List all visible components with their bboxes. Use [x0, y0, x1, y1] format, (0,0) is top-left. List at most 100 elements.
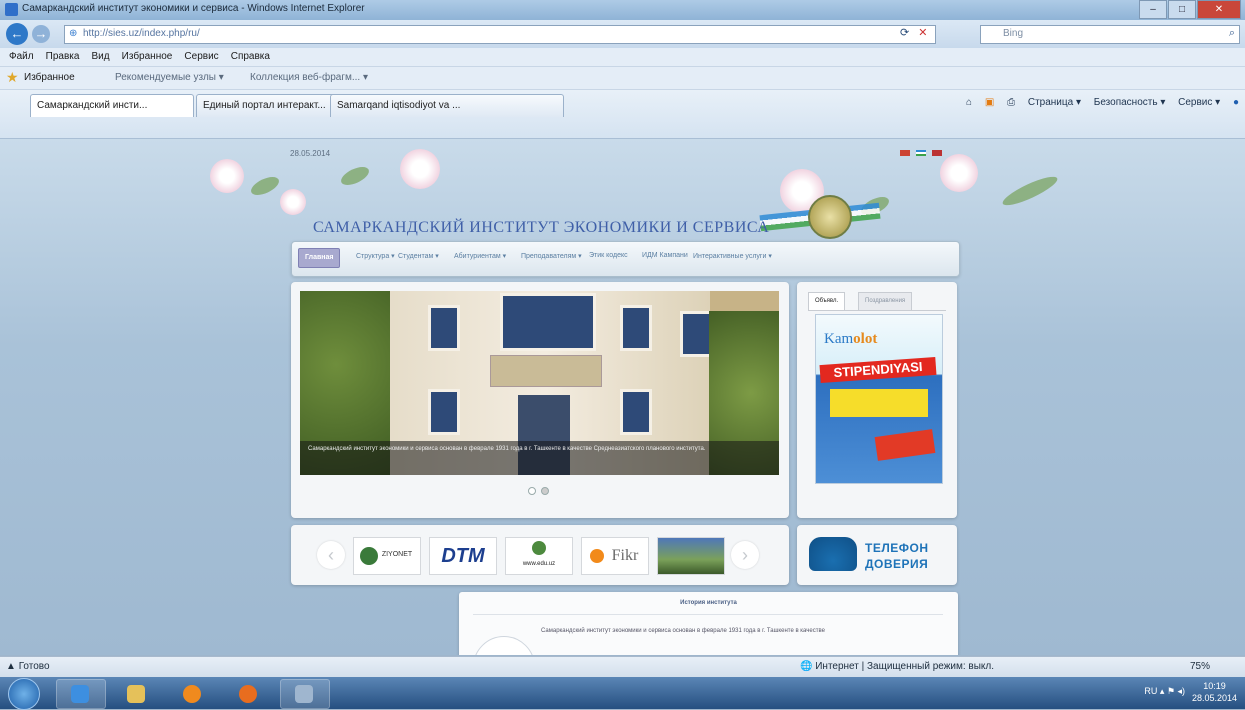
- page-viewport: 28.05.2014 САМАРКАНДСКИЙ ИНСТИТУТ ЭКОНОМ…: [0, 139, 1245, 655]
- stop-icon[interactable]: ✕: [918, 27, 927, 39]
- institute-history-block: История института Самаркандский институт…: [459, 592, 958, 655]
- poster-info-box: [830, 389, 928, 417]
- carousel-next-icon[interactable]: ›: [731, 541, 759, 569]
- home-icon[interactable]: ⌂: [966, 97, 972, 108]
- close-button[interactable]: ✕: [1197, 0, 1241, 19]
- taskbar-media-player[interactable]: [168, 679, 218, 709]
- history-image: [473, 636, 535, 655]
- tab-congratulations[interactable]: Поздравления: [858, 292, 913, 310]
- minimize-button[interactable]: –: [1139, 0, 1167, 19]
- nav-teachers[interactable]: Преподавателям ▾: [521, 252, 582, 260]
- logo-dtm[interactable]: DTM: [429, 537, 497, 575]
- tab-samarqand[interactable]: Samarqand iqtisodiyot va ...: [330, 94, 564, 117]
- lang-ru-flag-icon[interactable]: [900, 150, 910, 156]
- language-switcher[interactable]: [900, 147, 945, 159]
- nav-ethics-code[interactable]: Этик кодекс: [589, 252, 628, 259]
- logo-fikr[interactable]: Fikr: [581, 537, 649, 575]
- favorites-item-suggested[interactable]: Рекомендуемые узлы ▾: [115, 72, 224, 83]
- menu-favorites[interactable]: Избранное: [122, 51, 173, 62]
- back-button[interactable]: ←: [6, 23, 28, 45]
- search-icon[interactable]: ⌕: [1229, 27, 1235, 40]
- logo-edu-uz[interactable]: www.edu.uz: [505, 537, 573, 575]
- menu-file[interactable]: Файл: [9, 51, 34, 62]
- taskbar-clock[interactable]: 10:19 28.05.2014: [1192, 680, 1237, 704]
- forward-button[interactable]: →: [32, 25, 50, 43]
- tab-sies[interactable]: Самаркандский инсти...: [30, 94, 194, 117]
- globe-icon: ⊕: [69, 28, 78, 39]
- menu-tools[interactable]: Сервис: [184, 51, 218, 62]
- search-input[interactable]: Bing ⌕: [980, 25, 1240, 44]
- kamolot-stipend-poster[interactable]: Kamolot STIPENDIYASI: [815, 314, 943, 484]
- poster-brand: Kamolot: [824, 331, 878, 347]
- image-slider: Самаркандский институт экономики и серви…: [291, 282, 789, 518]
- state-emblem-icon: [808, 195, 852, 239]
- status-zoom[interactable]: 75%: [1190, 661, 1210, 672]
- menu-help[interactable]: Справка: [231, 51, 270, 62]
- tab-portal[interactable]: Единый портал интеракт...: [196, 94, 338, 117]
- nav-students[interactable]: Студентам ▾: [398, 252, 439, 260]
- cmd-safety[interactable]: Безопасность ▾: [1094, 97, 1166, 108]
- poster-red-badge: [874, 429, 936, 461]
- menu-bar: Файл Правка Вид Избранное Сервис Справка: [0, 48, 1245, 67]
- refresh-icon[interactable]: ⟳: [900, 27, 909, 39]
- cmd-page[interactable]: Страница ▾: [1028, 97, 1081, 108]
- poster-stipend-title: STIPENDIYASI: [819, 356, 937, 384]
- nav-home[interactable]: Главная: [298, 248, 341, 268]
- tab-row: Самаркандский инсти... Единый портал инт…: [0, 90, 1245, 139]
- favorites-star-icon[interactable]: ★: [6, 69, 19, 86]
- slide-image[interactable]: Самаркандский институт экономики и серви…: [300, 291, 779, 475]
- nav-idm-campaign[interactable]: ИДМ Кампани: [642, 252, 688, 259]
- status-zone[interactable]: 🌐 Интернет | Защищенный режим: выкл.: [800, 661, 994, 672]
- window-titlebar[interactable]: Самаркандский институт экономики и серви…: [0, 0, 1245, 20]
- favorites-item-webslices[interactable]: Коллекция веб-фрагм... ▾: [250, 72, 368, 83]
- system-tray[interactable]: RU ▴ ⚑ ◂): [1144, 686, 1185, 697]
- site-title[interactable]: САМАРКАНДСКИЙ ИНСТИТУТ ЭКОНОМИКИ И СЕРВИ…: [313, 219, 769, 237]
- site-navigation: Главная Структура ▾ Студентам ▾ Абитурие…: [291, 241, 960, 277]
- address-input[interactable]: ⊕ http://sies.uz/index.php/ru/: [64, 25, 936, 44]
- lang-en-flag-icon[interactable]: [932, 150, 943, 156]
- lang-uz-flag-icon[interactable]: [916, 150, 927, 156]
- telephone-icon: [809, 537, 857, 571]
- taskbar-app[interactable]: [280, 679, 330, 709]
- slide-caption: Самаркандский институт экономики и серви…: [300, 441, 779, 475]
- rss-icon[interactable]: ▣: [985, 97, 994, 108]
- edu-seal-icon: [532, 541, 546, 555]
- trust-phone-banner[interactable]: ТЕЛЕФОН ДОВЕРИЯ: [797, 525, 957, 585]
- command-bar: ⌂ ▣ ⎙ Страница ▾ Безопасность ▾ Сервис ▾…: [956, 97, 1239, 108]
- tab-announcements[interactable]: Объявл.: [808, 292, 846, 310]
- carousel-prev-icon[interactable]: ‹: [317, 541, 345, 569]
- window-title: Самаркандский институт экономики и серви…: [22, 3, 365, 14]
- maximize-button[interactable]: □: [1168, 0, 1196, 19]
- favorites-bar: ★ Избранное Рекомендуемые узлы ▾ Коллекц…: [0, 67, 1245, 90]
- logo-photo-banner[interactable]: [657, 537, 725, 575]
- taskbar-explorer[interactable]: [112, 679, 162, 709]
- url-text: http://sies.uz/index.php/ru/: [83, 28, 200, 39]
- logo-ziyonet[interactable]: ZIYONET: [353, 537, 421, 575]
- history-heading[interactable]: История института: [459, 600, 958, 606]
- trust-phone-line1: ТЕЛЕФОН: [865, 541, 929, 555]
- taskbar-firefox[interactable]: [224, 679, 274, 709]
- menu-view[interactable]: Вид: [92, 51, 110, 62]
- slider-dot-2[interactable]: [541, 487, 550, 495]
- slider-dots: [527, 486, 550, 498]
- search-placeholder: Bing: [1003, 28, 1024, 39]
- windows-taskbar: RU ▴ ⚑ ◂) 10:19 28.05.2014: [0, 677, 1245, 710]
- announcements-panel: Объявл. Поздравления Kamolot STIPENDIYAS…: [797, 282, 957, 518]
- taskbar-ie[interactable]: [56, 679, 106, 709]
- history-text: Самаркандский институт экономики и серви…: [541, 628, 825, 634]
- help-icon[interactable]: ●: [1233, 97, 1239, 108]
- page-date: 28.05.2014: [290, 149, 331, 158]
- cmd-tools[interactable]: Сервис ▾: [1178, 97, 1220, 108]
- menu-edit[interactable]: Правка: [46, 51, 80, 62]
- slider-dot-1[interactable]: [528, 487, 536, 495]
- start-button[interactable]: [8, 678, 40, 710]
- trust-phone-line2: ДОВЕРИЯ: [865, 557, 929, 571]
- ie-icon: [5, 3, 18, 16]
- partner-logos-carousel: ‹ ZIYONET DTM www.edu.uz Fikr ›: [291, 525, 789, 585]
- status-bar: ▲ Готово 🌐 Интернет | Защищенный режим: …: [0, 656, 1245, 677]
- nav-interactive-services[interactable]: Интерактивные услуги ▾: [693, 252, 772, 260]
- print-icon[interactable]: ⎙: [1007, 97, 1015, 108]
- favorites-label[interactable]: Избранное: [24, 72, 75, 83]
- nav-applicants[interactable]: Абитуриентам ▾: [454, 252, 506, 260]
- nav-structure[interactable]: Структура ▾: [356, 252, 395, 260]
